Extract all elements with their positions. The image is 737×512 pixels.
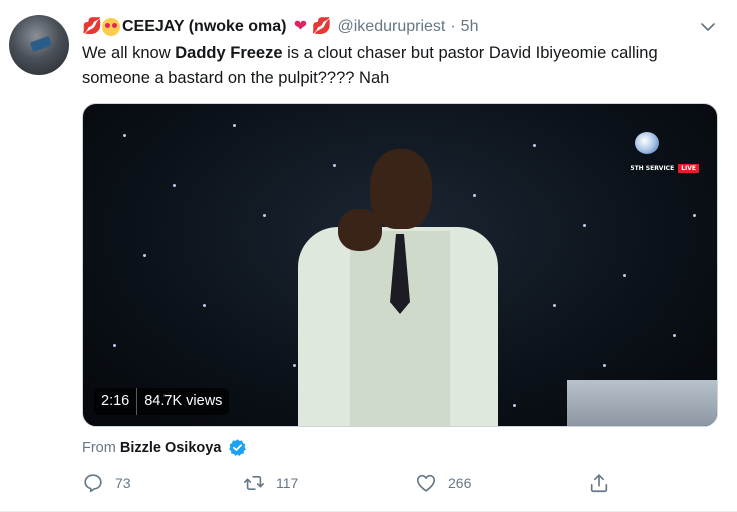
video-stats-pill: 2:16 84.7K views bbox=[94, 388, 230, 415]
globe-logo-icon bbox=[635, 132, 659, 154]
tweet-card[interactable]: 💋 CEEJAY (nwoke oma) ❤ 💋 @ikedurupriest … bbox=[0, 0, 737, 512]
reply-button[interactable]: 73 bbox=[82, 470, 131, 496]
share-button[interactable] bbox=[588, 470, 610, 496]
channel-logo bbox=[619, 132, 677, 154]
source-name[interactable]: Bizzle Osikoya bbox=[120, 440, 222, 456]
lips-emoji-icon: 💋 bbox=[82, 18, 102, 35]
service-label: 5TH SERVICE bbox=[630, 165, 675, 172]
live-badge: LIVE bbox=[678, 164, 699, 173]
share-icon bbox=[590, 474, 608, 493]
separator-dot: · bbox=[450, 18, 456, 35]
video-source: From Bizzle Osikoya bbox=[82, 438, 247, 457]
reply-icon bbox=[84, 474, 102, 493]
retweet-count: 117 bbox=[276, 475, 299, 491]
lips-emoji-icon-2: 💋 bbox=[311, 18, 332, 35]
display-name[interactable]: CEEJAY (nwoke oma) bbox=[122, 18, 287, 36]
like-count: 266 bbox=[448, 475, 472, 491]
retweet-icon bbox=[244, 476, 264, 490]
tweet-actions: 73 117 266 bbox=[82, 470, 622, 496]
reply-count: 73 bbox=[115, 475, 131, 491]
timestamp[interactable]: 5h bbox=[461, 18, 479, 36]
mention-bold: Daddy Freeze bbox=[175, 44, 283, 62]
tweet-text: We all know Daddy Freeze is a clout chas… bbox=[82, 41, 702, 91]
tweet-text-part-1: We all know bbox=[82, 44, 176, 62]
avatar-object bbox=[29, 35, 53, 53]
video-views: 84.7K views bbox=[144, 393, 223, 409]
retweet-button[interactable]: 117 bbox=[243, 470, 298, 496]
video-duration: 2:16 bbox=[101, 393, 130, 409]
from-label: From bbox=[82, 439, 116, 456]
podium bbox=[567, 380, 717, 426]
video-player[interactable]: 5TH SERVICE LIVE 2:16 84.7K views bbox=[82, 103, 718, 427]
red-heart-emoji-icon: ❤ bbox=[293, 18, 308, 35]
speaker-figure bbox=[278, 139, 508, 426]
user-handle[interactable]: @ikedurupriest bbox=[338, 18, 446, 36]
tweet-header: 💋 CEEJAY (nwoke oma) ❤ 💋 @ikedurupriest … bbox=[82, 16, 478, 38]
avatar[interactable] bbox=[9, 15, 69, 75]
like-button[interactable]: 266 bbox=[415, 470, 471, 496]
heart-eyes-emoji-icon bbox=[102, 18, 120, 36]
heart-icon bbox=[416, 474, 436, 492]
chevron-down-icon[interactable] bbox=[699, 18, 717, 36]
verified-badge-icon bbox=[228, 438, 247, 457]
broadcast-overlay: 5TH SERVICE LIVE bbox=[630, 164, 699, 173]
